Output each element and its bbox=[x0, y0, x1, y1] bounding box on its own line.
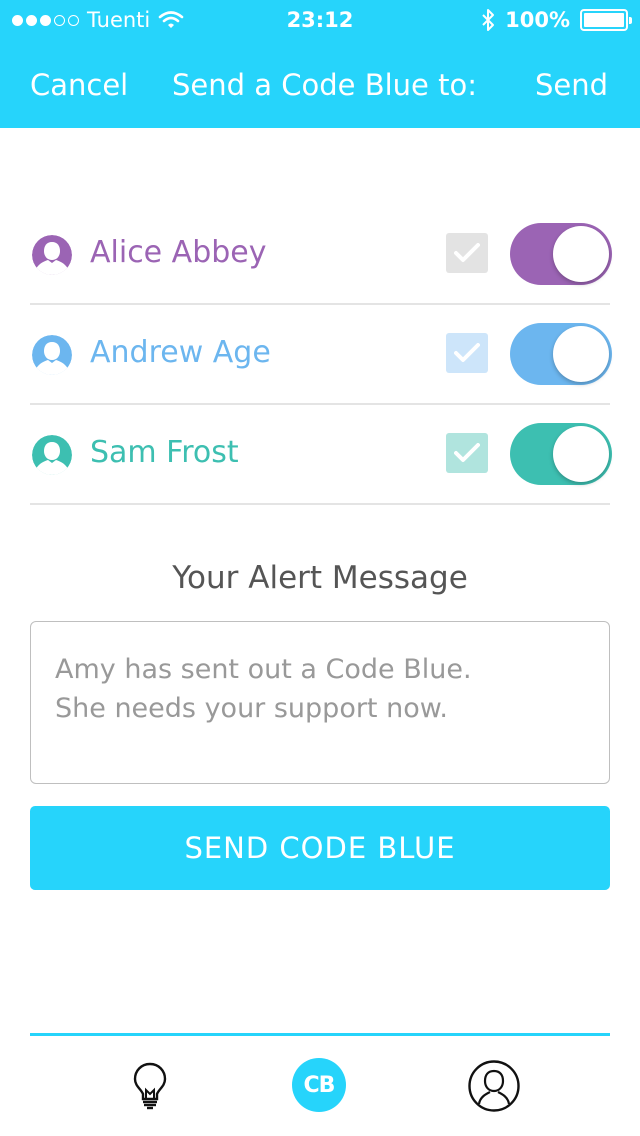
header-bar: Tuenti 23:12 100% Cancel Send a Code Blu… bbox=[0, 0, 640, 128]
notify-toggle[interactable] bbox=[510, 223, 612, 285]
contact-row: Sam Frost bbox=[30, 405, 612, 505]
lightbulb-icon bbox=[133, 1062, 167, 1110]
avatar-icon bbox=[32, 335, 72, 375]
notify-toggle[interactable] bbox=[510, 423, 612, 485]
contact-row: Andrew Age bbox=[30, 305, 612, 405]
code-blue-icon: CB bbox=[303, 1072, 336, 1098]
select-checkbox[interactable] bbox=[446, 233, 488, 273]
tab-profile[interactable] bbox=[466, 1058, 522, 1114]
battery-fill bbox=[584, 13, 624, 27]
avatar-icon bbox=[32, 235, 72, 275]
tab-code-blue[interactable]: CB bbox=[292, 1058, 346, 1112]
avatar-icon bbox=[32, 435, 72, 475]
tab-tips[interactable] bbox=[122, 1058, 178, 1114]
alert-message-line: Amy has sent out a Code Blue. bbox=[55, 654, 472, 685]
nav-title: Send a Code Blue to: bbox=[172, 68, 477, 102]
profile-icon bbox=[468, 1060, 520, 1112]
tab-bar: CB bbox=[30, 1033, 610, 1136]
toggle-knob bbox=[553, 226, 609, 282]
status-bar: Tuenti 23:12 100% bbox=[0, 0, 640, 40]
contact-name: Sam Frost bbox=[90, 435, 239, 470]
contact-name: Alice Abbey bbox=[90, 235, 267, 270]
battery-icon bbox=[580, 9, 632, 31]
notify-toggle[interactable] bbox=[510, 323, 612, 385]
contact-list: Alice Abbey Andrew Age Sam Frost bbox=[30, 205, 612, 505]
alert-message-input[interactable]: Amy has sent out a Code Blue. She needs … bbox=[30, 621, 610, 784]
checkmark-icon bbox=[454, 243, 480, 262]
toggle-knob bbox=[553, 326, 609, 382]
cancel-button[interactable]: Cancel bbox=[30, 68, 128, 102]
select-checkbox[interactable] bbox=[446, 433, 488, 473]
nav-bar: Cancel Send a Code Blue to: Send bbox=[0, 60, 640, 110]
select-checkbox[interactable] bbox=[446, 333, 488, 373]
checkmark-icon bbox=[454, 343, 480, 362]
send-code-blue-button[interactable]: SEND CODE BLUE bbox=[30, 806, 610, 890]
checkmark-icon bbox=[454, 443, 480, 462]
bluetooth-icon bbox=[482, 9, 495, 31]
alert-message-line: She needs your support now. bbox=[55, 693, 448, 724]
battery-percent: 100% bbox=[505, 8, 570, 32]
contact-name: Andrew Age bbox=[90, 335, 271, 370]
send-nav-button[interactable]: Send bbox=[535, 68, 608, 102]
alert-message-title: Your Alert Message bbox=[172, 560, 468, 596]
toggle-knob bbox=[553, 426, 609, 482]
contact-row: Alice Abbey bbox=[30, 205, 612, 305]
status-right: 100% bbox=[481, 8, 632, 32]
